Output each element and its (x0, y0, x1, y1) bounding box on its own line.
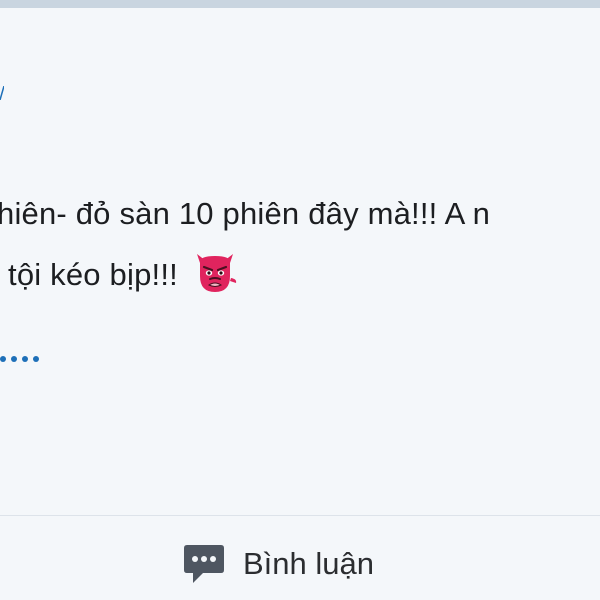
partial-glyph-mark (0, 86, 4, 100)
post-card: hiên- đỏ sàn 10 phiên đây mà!!! A n tội … (0, 8, 600, 600)
comment-button[interactable]: Bình luận (184, 538, 374, 590)
post-text-line-2: tội kéo bịp!!! (8, 254, 238, 300)
post-text-line-2-text: tội kéo bịp!!! (8, 257, 178, 293)
divider (0, 515, 600, 516)
red-goblin-face-icon (196, 254, 237, 292)
top-border (0, 0, 600, 8)
comment-label: Bình luận (243, 546, 374, 581)
speech-bubble-icon (184, 545, 224, 583)
see-more-ellipsis[interactable] (0, 356, 39, 362)
post-text-line-1: hiên- đỏ sàn 10 phiên đây mà!!! A n (0, 196, 491, 231)
